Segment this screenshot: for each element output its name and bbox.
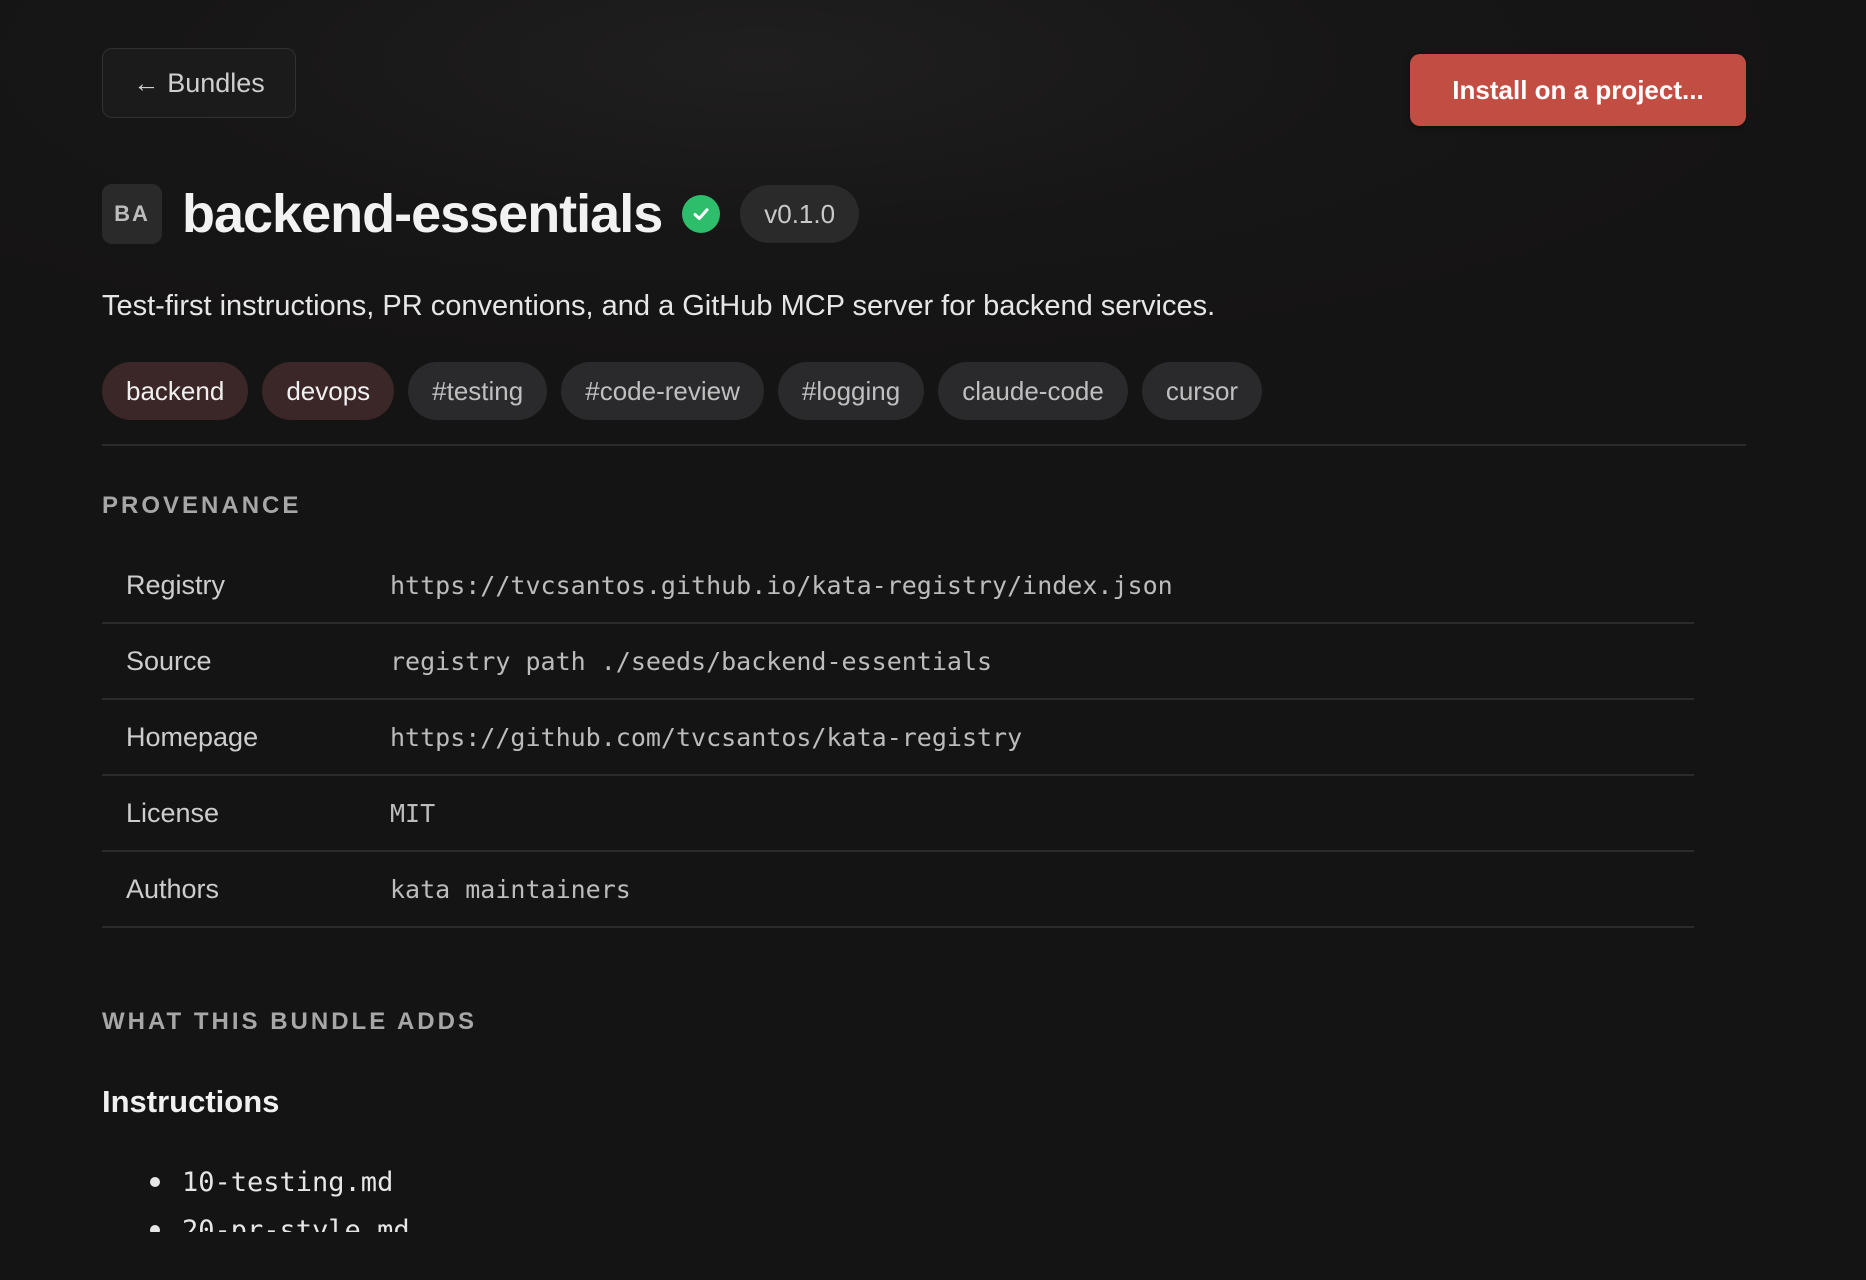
back-button-label: Bundles bbox=[167, 67, 265, 98]
tag-chip[interactable]: #logging bbox=[777, 362, 925, 420]
provenance-row: Authors kata maintainers bbox=[102, 852, 1694, 928]
instructions-list: 10-testing.md 20-pr-style.md bbox=[150, 1158, 410, 1232]
tag-chip[interactable]: devops bbox=[262, 362, 395, 420]
bundle-detail-page: ← Bundles Install on a project... BA bac… bbox=[102, 0, 1746, 1232]
tag-chip[interactable]: cursor bbox=[1141, 362, 1263, 420]
provenance-key: Registry bbox=[126, 569, 226, 600]
tag-chip[interactable]: backend bbox=[102, 362, 249, 420]
provenance-key: Source bbox=[126, 645, 212, 676]
provenance-value: https://github.com/tvcsantos/kata-regist… bbox=[390, 722, 1023, 752]
provenance-heading: PROVENANCE bbox=[102, 492, 302, 519]
install-on-project-button[interactable]: Install on a project... bbox=[1410, 54, 1746, 126]
tag-chip[interactable]: #testing bbox=[408, 362, 548, 420]
bullet-icon bbox=[150, 1177, 160, 1187]
provenance-value: kata maintainers bbox=[390, 874, 631, 904]
provenance-key: Homepage bbox=[126, 721, 259, 752]
tag-chip[interactable]: #code-review bbox=[561, 362, 764, 420]
bullet-icon bbox=[150, 1225, 160, 1232]
instruction-file-name: 20-pr-style.md bbox=[182, 1214, 410, 1233]
page-title: backend-essentials bbox=[182, 184, 663, 244]
tag-list: backend devops #testing #code-review #loggin… bbox=[102, 362, 1263, 420]
instructions-heading: Instructions bbox=[102, 1084, 280, 1119]
provenance-value: MIT bbox=[390, 798, 436, 828]
provenance-value: https://tvcsantos.github.io/kata-registr… bbox=[390, 570, 1173, 600]
verified-check-icon bbox=[682, 195, 721, 233]
provenance-value: registry path ./seeds/backend-essentials bbox=[390, 646, 993, 676]
provenance-key: License bbox=[126, 797, 220, 828]
instruction-file-name: 10-testing.md bbox=[182, 1166, 394, 1198]
provenance-row: Homepage https://github.com/tvcsantos/kat… bbox=[102, 700, 1694, 776]
version-badge: v0.1.0 bbox=[740, 185, 860, 243]
list-item: 10-testing.md bbox=[150, 1158, 410, 1206]
tag-chip[interactable]: claude-code bbox=[938, 362, 1128, 420]
bundle-description: Test-first instructions, PR conventions,… bbox=[102, 290, 1216, 322]
provenance-key: Authors bbox=[126, 873, 220, 904]
provenance-row: Registry https://tvcsantos.github.io/kata… bbox=[102, 548, 1694, 624]
provenance-table: Registry https://tvcsantos.github.io/kata… bbox=[102, 548, 1694, 928]
bundle-header: BA backend-essentials v0.1.0 bbox=[102, 184, 860, 244]
bundle-adds-heading: WHAT THIS BUNDLE ADDS bbox=[102, 1008, 477, 1035]
divider bbox=[102, 444, 1746, 446]
arrow-left-icon: ← bbox=[133, 68, 160, 98]
bundle-avatar: BA bbox=[102, 184, 162, 244]
list-item: 20-pr-style.md bbox=[150, 1206, 410, 1232]
provenance-row: License MIT bbox=[102, 776, 1694, 852]
provenance-row: Source registry path ./seeds/backend-esse… bbox=[102, 624, 1694, 700]
back-to-bundles-button[interactable]: ← Bundles bbox=[102, 48, 296, 118]
